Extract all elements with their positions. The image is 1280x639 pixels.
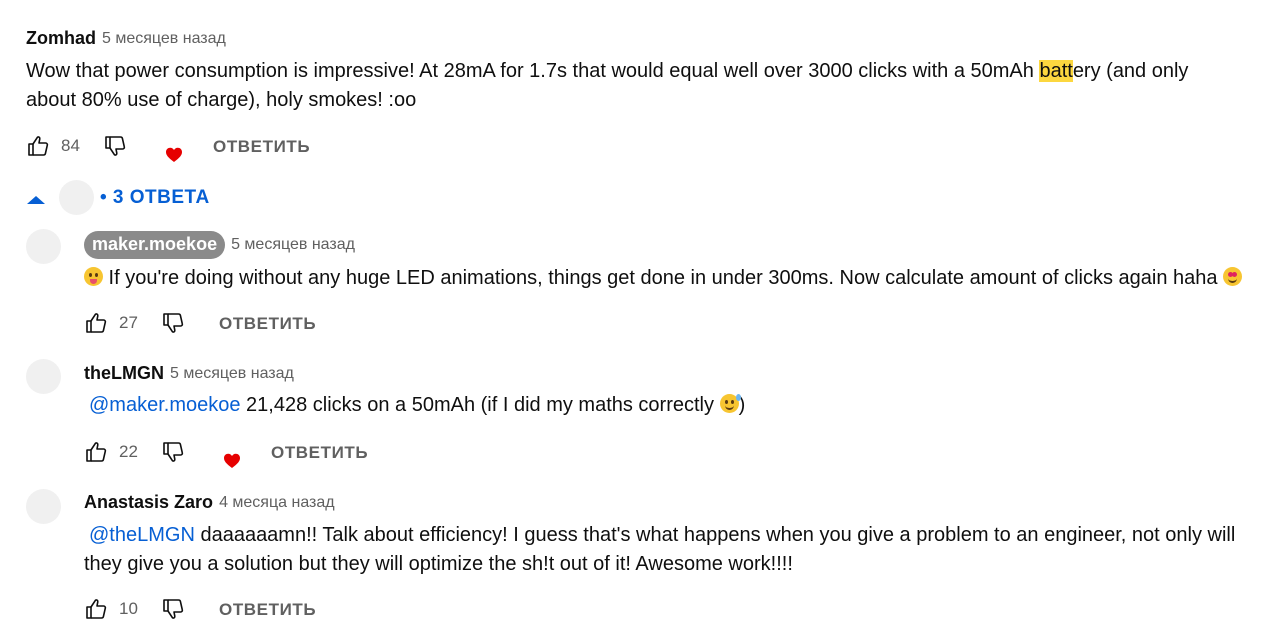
thumb-up-icon[interactable] xyxy=(84,440,108,464)
avatar[interactable] xyxy=(26,359,61,394)
thumb-down-icon[interactable] xyxy=(161,311,185,335)
thumb-down-icon[interactable] xyxy=(161,440,185,464)
reply-timestamp[interactable]: 5 месяцев назад xyxy=(231,236,355,254)
reply-header: Anastasis Zaro 4 месяца назад xyxy=(84,492,335,513)
chevron-up-icon xyxy=(27,195,45,204)
replies-avatar xyxy=(59,180,94,215)
reply-author[interactable]: theLMGN xyxy=(84,363,164,384)
comment-header: Zomhad 5 месяцев назад xyxy=(26,28,226,49)
reply-button[interactable]: ОТВЕТИТЬ xyxy=(271,443,368,463)
creator-heart-icon xyxy=(224,453,240,468)
avatar[interactable] xyxy=(26,489,61,524)
reply-text-body: If you're doing without any huge LED ani… xyxy=(103,267,1224,289)
mention-link[interactable]: @maker.moekoe xyxy=(89,394,240,416)
reply-header: theLMGN 5 месяцев назад xyxy=(84,363,294,384)
like-count: 22 xyxy=(119,442,138,461)
emoji-icon xyxy=(84,267,103,286)
reply-timestamp[interactable]: 4 месяца назад xyxy=(219,494,335,512)
like-count: 10 xyxy=(119,599,138,618)
comment-actions: 84 xyxy=(26,134,127,158)
like-count: 84 xyxy=(61,136,80,155)
comment-timestamp[interactable]: 5 месяцев назад xyxy=(102,30,226,48)
creator-heart-icon xyxy=(166,147,182,162)
reply-actions: 27 xyxy=(84,311,185,335)
reply-text: If you're doing without any huge LED ani… xyxy=(84,264,1274,293)
thumb-down-icon[interactable] xyxy=(161,597,185,621)
reply-author[interactable]: Anastasis Zaro xyxy=(84,492,213,513)
reply-header: maker.moekoe 5 месяцев назад xyxy=(84,231,355,259)
reply-timestamp[interactable]: 5 месяцев назад xyxy=(170,365,294,383)
reply-button[interactable]: ОТВЕТИТЬ xyxy=(213,137,310,157)
emoji-icon xyxy=(1223,267,1243,286)
thumb-up-icon[interactable] xyxy=(84,597,108,621)
reply-author-chip[interactable]: maker.moekoe xyxy=(84,231,226,259)
reply-button[interactable]: ОТВЕТИТЬ xyxy=(219,314,316,334)
avatar[interactable] xyxy=(26,229,61,264)
emoji-icon xyxy=(719,394,741,413)
reply-text: @theLMGN daaaaaamn!! Talk about efficien… xyxy=(84,521,1254,579)
thumb-up-icon[interactable] xyxy=(26,134,50,158)
replies-count-label: • 3 ОТВЕТА xyxy=(100,186,210,208)
reply-actions: 10 xyxy=(84,597,185,621)
thumb-down-icon[interactable] xyxy=(103,134,127,158)
comment-author[interactable]: Zomhad xyxy=(26,28,96,49)
reply-button[interactable]: ОТВЕТИТЬ xyxy=(219,600,316,620)
search-highlight: batt xyxy=(1039,60,1073,82)
reply-text-body: daaaaaamn!! Talk about efficiency! I gue… xyxy=(84,524,1236,575)
comment-text: Wow that power consumption is impressive… xyxy=(26,57,1236,115)
reply-text-body: 21,428 clicks on a 50mAh (if I did my ma… xyxy=(240,394,720,416)
like-count: 27 xyxy=(119,313,138,332)
replies-toggle-button[interactable]: • 3 ОТВЕТА xyxy=(26,180,210,215)
thumb-up-icon[interactable] xyxy=(84,311,108,335)
mention-link[interactable]: @theLMGN xyxy=(89,524,195,546)
reply-text: @maker.moekoe 21,428 clicks on a 50mAh (… xyxy=(89,391,1269,420)
reply-actions: 22 xyxy=(84,440,185,464)
comment-text-part: Wow that power consumption is impressive… xyxy=(26,60,1040,82)
